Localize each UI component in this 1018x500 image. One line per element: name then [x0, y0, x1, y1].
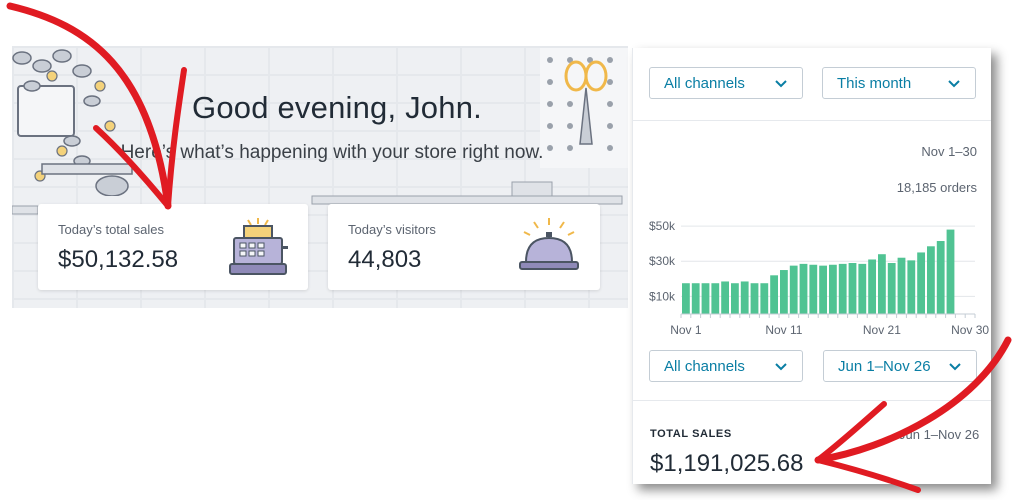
chart-bar[interactable]: [858, 263, 867, 314]
chevron-down-icon: [948, 80, 960, 88]
chart-bar[interactable]: [819, 265, 827, 314]
chart-bar[interactable]: [907, 260, 916, 314]
chart-bar[interactable]: [711, 283, 720, 314]
y-tick-label: $30k: [649, 254, 676, 268]
chart-bar[interactable]: [701, 283, 710, 314]
chart-bar[interactable]: [750, 283, 759, 314]
total-sales-range: Jun 1–Nov 26: [899, 427, 980, 442]
chart-bar[interactable]: [721, 281, 729, 314]
orders-count: 18,185 orders: [896, 180, 977, 195]
sales-channel-select-value: All channels: [664, 358, 745, 375]
dashboard-panel: Good evening, John. Here’s what’s happen…: [12, 46, 628, 308]
chevron-down-icon: [775, 80, 787, 88]
chart-bar[interactable]: [887, 263, 896, 314]
chart-bar[interactable]: [770, 275, 778, 314]
chart-bar[interactable]: [897, 257, 906, 314]
orders-channel-select-value: All channels: [664, 75, 745, 92]
todays-visitors-value: 44,803: [348, 246, 422, 273]
hanging-plant-illustration: [12, 49, 133, 196]
chart-bar[interactable]: [740, 281, 749, 314]
service-bell-icon: [519, 218, 579, 270]
chart-bar[interactable]: [809, 264, 818, 314]
todays-sales-label: Today’s total sales: [58, 222, 164, 237]
chart-bar[interactable]: [838, 263, 847, 314]
chart-bar[interactable]: [760, 283, 769, 314]
chart-bar[interactable]: [868, 259, 876, 314]
orders-date-range: Nov 1–30: [921, 144, 977, 159]
x-tick-label: Nov 1: [670, 323, 702, 337]
total-sales-label: TOTAL SALES: [650, 428, 732, 440]
todays-visitors-card[interactable]: Today’s visitors 44,803: [328, 204, 600, 290]
orders-period-select[interactable]: This month: [822, 67, 976, 99]
chart-bar[interactable]: [829, 264, 837, 314]
chart-bar[interactable]: [936, 241, 945, 314]
todays-visitors-label: Today’s visitors: [348, 222, 436, 237]
chart-bar[interactable]: [780, 270, 788, 314]
chart-bar[interactable]: [917, 252, 925, 314]
sales-range-select[interactable]: Jun 1–Nov 26: [823, 350, 977, 382]
todays-sales-value: $50,132.58: [58, 246, 179, 273]
greeting-subline: Here’s what’s happening with your store …: [120, 142, 544, 163]
panel-divider: [633, 400, 991, 401]
chevron-down-icon: [949, 363, 961, 371]
chart-bar[interactable]: [789, 265, 798, 314]
orders-bar-chart: $10k $30k $50k Nov 1 Nov 11 Nov 21 Nov 30: [649, 219, 989, 337]
x-tick-label: Nov 30: [951, 323, 989, 337]
chart-bar[interactable]: [927, 246, 935, 314]
x-tick-label: Nov 21: [863, 323, 901, 337]
chevron-down-icon: [775, 363, 787, 371]
chart-bar[interactable]: [691, 283, 700, 314]
orders-channel-select[interactable]: All channels: [649, 67, 803, 99]
chart-bar[interactable]: [848, 263, 857, 314]
sales-channel-select[interactable]: All channels: [649, 350, 803, 382]
total-sales-value: $1,191,025.68: [650, 450, 804, 477]
orders-period-select-value: This month: [837, 75, 912, 92]
panel-divider: [633, 120, 991, 121]
greeting-heading: Good evening, John.: [192, 90, 482, 125]
sales-range-select-value: Jun 1–Nov 26: [838, 358, 931, 375]
todays-sales-card[interactable]: Today’s total sales $50,132.58: [38, 204, 308, 290]
chart-bar[interactable]: [731, 283, 739, 314]
chart-bar[interactable]: [878, 254, 886, 314]
y-tick-label: $10k: [649, 289, 676, 303]
chart-bar[interactable]: [799, 263, 808, 314]
x-tick-label: Nov 11: [765, 323, 802, 337]
analytics-panel: All channels This month Nov 1–30 18,185 …: [632, 48, 991, 484]
y-tick-label: $50k: [649, 219, 676, 233]
chart-bar[interactable]: [946, 229, 955, 314]
chart-bar[interactable]: [682, 283, 690, 314]
cash-register-icon: [229, 218, 288, 275]
